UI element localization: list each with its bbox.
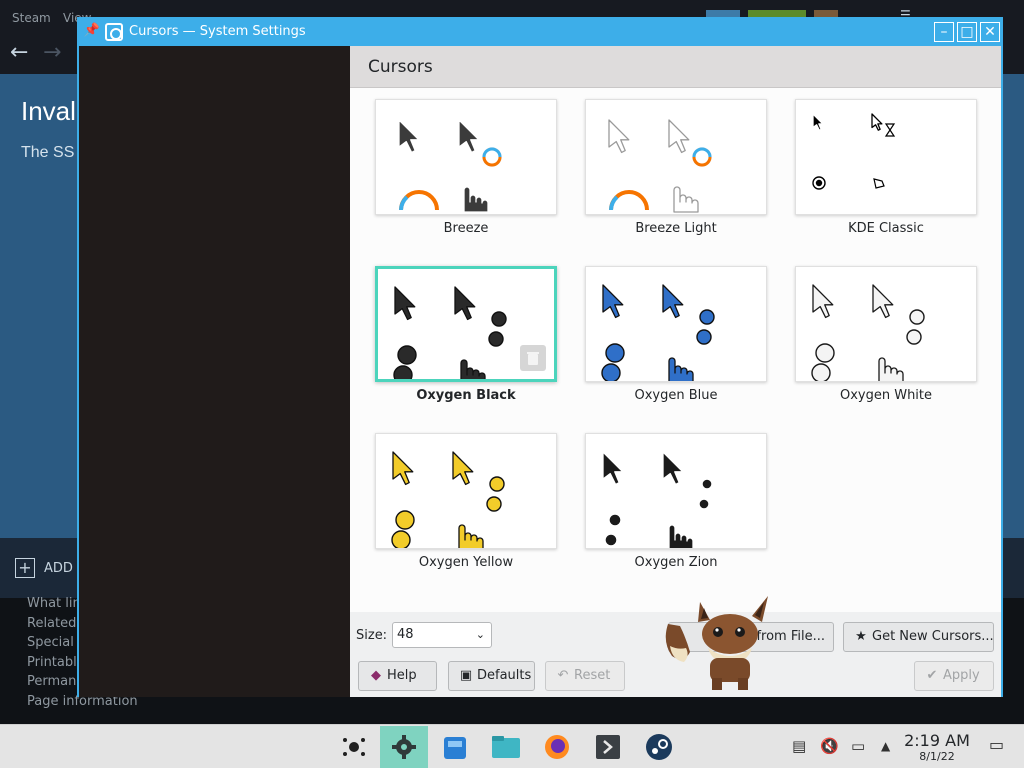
- theme-name: Oxygen Yellow: [418, 555, 514, 570]
- theme-preview: [585, 266, 767, 382]
- theme-tile-oxygen-blue[interactable]: Oxygen Blue: [585, 266, 767, 403]
- add-game-label[interactable]: ADD: [44, 561, 73, 576]
- delete-theme-button[interactable]: [520, 345, 546, 371]
- theme-preview: [795, 266, 977, 382]
- cursor-preview-icon: [602, 451, 713, 548]
- steam-heading: Inval: [21, 96, 76, 126]
- get-new-cursors-button[interactable]: ★ Get New Cursors...: [843, 622, 994, 652]
- forward-arrow-icon[interactable]: →: [43, 40, 61, 65]
- terminal-icon: [596, 735, 620, 759]
- undo-icon: ↶: [557, 668, 569, 683]
- theme-preview: [375, 266, 557, 382]
- theme-preview: [585, 433, 767, 549]
- theme-tile-breeze-light[interactable]: Breeze Light: [585, 99, 767, 236]
- apply-button[interactable]: ✔ Apply: [914, 661, 994, 691]
- theme-tile-breeze[interactable]: Breeze: [375, 99, 557, 236]
- cursor-theme-grid: Breeze Breeze Light KDE Classic Oxygen B…: [350, 88, 1001, 612]
- system-settings-window: 📌 Cursors — System Settings – □ ✕ Cursor…: [77, 17, 1003, 697]
- volume-muted-icon[interactable]: 🔇: [820, 737, 839, 755]
- clock-time: 2:19 AM: [904, 731, 970, 750]
- taskbar-discover[interactable]: [431, 726, 479, 768]
- reset-button[interactable]: ↶ Reset: [545, 661, 625, 691]
- cursor-preview-icon: [811, 284, 925, 381]
- taskbar-firefox[interactable]: [533, 726, 581, 768]
- theme-name: Oxygen Blue: [634, 388, 718, 403]
- window-titlebar[interactable]: 📌 Cursors — System Settings – □ ✕: [79, 19, 1001, 46]
- steamos-logo-icon: [343, 738, 365, 756]
- taskbar-terminal[interactable]: [584, 726, 632, 768]
- cursor-preview-icon: [398, 119, 502, 213]
- trash-icon: [527, 352, 539, 365]
- size-label: Size:: [356, 628, 388, 643]
- taskbar-steam[interactable]: [635, 726, 683, 768]
- theme-name: KDE Classic: [848, 221, 924, 236]
- cursor-preview-icon: [601, 284, 715, 381]
- checkmark-icon: ✔: [926, 668, 938, 683]
- cursor-preview-icon: [812, 113, 896, 190]
- cursor-preview-icon: [391, 451, 505, 548]
- steam-menu-steam[interactable]: Steam: [12, 11, 51, 25]
- folder-icon: [492, 736, 520, 758]
- minimize-button[interactable]: –: [934, 22, 954, 42]
- chevron-down-icon: ⌄: [475, 628, 485, 641]
- discover-store-icon: [444, 737, 466, 759]
- steam-subtext: The SS: [21, 144, 75, 161]
- close-button[interactable]: ✕: [980, 22, 1000, 42]
- theme-tile-oxygen-black[interactable]: Oxygen Black: [375, 266, 557, 403]
- taskbar: ▤ 🔇 ▭ ▲ 2:19 AM 8/1/22 ▭: [0, 724, 1024, 768]
- back-arrow-icon[interactable]: ←: [10, 40, 28, 65]
- theme-preview: [585, 99, 767, 215]
- help-book-icon: ◆: [371, 668, 381, 683]
- taskbar-system-settings[interactable]: [380, 726, 428, 768]
- eevee-pet-icon[interactable]: [660, 594, 772, 694]
- apply-label: Apply: [943, 668, 980, 683]
- size-value: 48: [397, 627, 414, 642]
- system-settings-icon[interactable]: [105, 23, 123, 41]
- show-desktop-icon[interactable]: ▭: [989, 735, 1004, 754]
- theme-name: Breeze Light: [635, 221, 717, 236]
- add-game-icon[interactable]: +: [15, 558, 35, 578]
- help-button[interactable]: ◆ Help: [358, 661, 437, 691]
- steam-icon: [646, 734, 672, 760]
- page-header: Cursors: [350, 46, 1001, 88]
- theme-name: Oxygen Black: [416, 388, 516, 403]
- network-icon[interactable]: ▭: [851, 737, 865, 755]
- theme-tile-oxygen-yellow[interactable]: Oxygen Yellow: [375, 433, 557, 570]
- clock[interactable]: 2:19 AM 8/1/22: [902, 731, 972, 763]
- maximize-button[interactable]: □: [957, 22, 977, 42]
- tray-expand-icon[interactable]: ▲: [881, 739, 890, 753]
- cursor-preview-icon: [608, 119, 712, 213]
- theme-preview: [795, 99, 977, 215]
- help-label: Help: [387, 668, 417, 683]
- taskbar-launcher[interactable]: [330, 726, 378, 768]
- settings-sidebar: [79, 46, 350, 697]
- get-new-cursors-label: Get New Cursors...: [872, 629, 994, 644]
- settings-gear-icon: [392, 735, 416, 759]
- theme-tile-oxygen-white[interactable]: Oxygen White: [795, 266, 977, 403]
- theme-name: Breeze: [443, 221, 489, 236]
- page-title: Cursors: [368, 57, 433, 77]
- theme-name: Oxygen Zion: [634, 555, 718, 570]
- reset-label: Reset: [574, 668, 611, 683]
- theme-tile-oxygen-zion[interactable]: Oxygen Zion: [585, 433, 767, 570]
- defaults-button[interactable]: ▣ Defaults: [448, 661, 535, 691]
- theme-tile-kde-classic[interactable]: KDE Classic: [795, 99, 977, 236]
- theme-name: Oxygen White: [839, 388, 933, 403]
- firefox-icon: [545, 735, 569, 759]
- theme-preview: [375, 99, 557, 215]
- taskbar-dolphin[interactable]: [482, 726, 530, 768]
- star-icon: ★: [855, 629, 867, 644]
- defaults-doc-icon: ▣: [459, 668, 473, 683]
- size-select[interactable]: 48 ⌄: [392, 622, 492, 648]
- theme-preview: [375, 433, 557, 549]
- clock-date: 8/1/22: [919, 750, 955, 763]
- window-title: Cursors — System Settings: [129, 24, 306, 39]
- defaults-label: Defaults: [477, 668, 532, 683]
- pin-icon[interactable]: 📌: [83, 23, 101, 41]
- clipboard-icon[interactable]: ▤: [792, 737, 806, 755]
